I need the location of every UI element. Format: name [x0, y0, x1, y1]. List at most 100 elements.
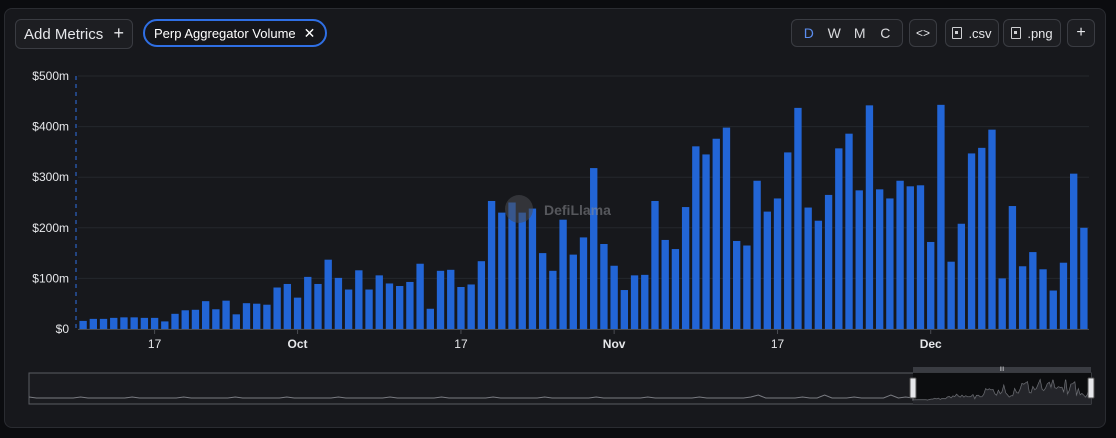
bar[interactable]	[253, 303, 261, 329]
bar[interactable]	[436, 270, 445, 329]
bar[interactable]	[927, 241, 935, 329]
bar[interactable]	[549, 270, 557, 329]
bar[interactable]	[375, 275, 383, 329]
bar[interactable]	[620, 290, 629, 329]
bar[interactable]	[875, 189, 884, 329]
bar[interactable]	[344, 289, 353, 329]
bar[interactable]	[661, 239, 669, 329]
bar[interactable]	[181, 310, 189, 329]
bar[interactable]	[212, 309, 220, 329]
bar[interactable]	[304, 276, 312, 329]
bar[interactable]	[957, 223, 966, 329]
bar[interactable]	[916, 185, 925, 329]
bar[interactable]	[947, 261, 955, 329]
bar[interactable]	[1029, 252, 1037, 329]
bar[interactable]	[263, 304, 271, 329]
bar[interactable]	[477, 261, 486, 329]
bar[interactable]	[845, 133, 853, 329]
bar[interactable]	[967, 153, 976, 329]
bar[interactable]	[528, 208, 537, 329]
bar[interactable]	[130, 317, 138, 329]
bar[interactable]	[222, 300, 230, 329]
bar[interactable]	[681, 207, 690, 329]
bar[interactable]	[763, 211, 771, 329]
bar[interactable]	[978, 147, 986, 329]
bar[interactable]	[79, 320, 87, 329]
bar[interactable]	[988, 129, 996, 329]
bar[interactable]	[865, 105, 874, 329]
bar[interactable]	[283, 283, 292, 329]
bar[interactable]	[314, 283, 322, 329]
bar[interactable]	[712, 138, 720, 329]
bar[interactable]	[651, 200, 659, 329]
bar[interactable]	[324, 259, 332, 329]
bar[interactable]	[120, 317, 128, 329]
bar[interactable]	[498, 212, 506, 329]
bar[interactable]	[416, 263, 424, 329]
bar[interactable]	[600, 243, 608, 329]
bar[interactable]	[692, 146, 700, 329]
bar[interactable]	[1080, 227, 1088, 329]
grip-icon[interactable]: III	[999, 367, 1004, 373]
bar[interactable]	[457, 287, 465, 329]
bar[interactable]	[538, 253, 547, 329]
bar[interactable]	[150, 317, 159, 329]
navigator-handle[interactable]	[909, 377, 917, 399]
bar[interactable]	[99, 318, 108, 329]
bar[interactable]	[334, 277, 343, 329]
bar[interactable]	[855, 190, 863, 329]
bar[interactable]	[140, 317, 149, 329]
bar[interactable]	[630, 275, 639, 329]
bar[interactable]	[293, 297, 302, 329]
bar[interactable]	[1049, 290, 1057, 329]
bar[interactable]	[426, 308, 434, 329]
bar[interactable]	[559, 219, 567, 329]
bar[interactable]	[467, 284, 475, 329]
bar[interactable]	[201, 301, 210, 329]
bar[interactable]	[641, 274, 649, 329]
bar[interactable]	[906, 186, 914, 329]
bar[interactable]	[406, 281, 414, 329]
bar[interactable]	[743, 245, 751, 329]
bar[interactable]	[569, 254, 577, 329]
bar[interactable]	[1070, 173, 1078, 329]
bar[interactable]	[804, 207, 812, 329]
bar[interactable]	[590, 168, 598, 329]
bar[interactable]	[1008, 206, 1017, 329]
bar[interactable]	[814, 220, 823, 329]
bar[interactable]	[794, 107, 802, 329]
bar[interactable]	[824, 194, 833, 329]
navigator-handle[interactable]	[1087, 377, 1095, 399]
bar[interactable]	[518, 212, 526, 329]
bar[interactable]	[110, 317, 118, 329]
bar[interactable]	[1039, 269, 1047, 329]
bar[interactable]	[242, 303, 251, 329]
bar[interactable]	[191, 309, 200, 329]
bar[interactable]	[610, 265, 618, 329]
bar[interactable]	[89, 318, 97, 329]
bar[interactable]	[1018, 266, 1027, 329]
bar[interactable]	[784, 152, 792, 329]
bar[interactable]	[365, 289, 373, 329]
bar[interactable]	[835, 148, 843, 329]
bar[interactable]	[161, 321, 169, 329]
bar[interactable]	[702, 154, 710, 329]
bar[interactable]	[998, 278, 1006, 329]
bar[interactable]	[396, 285, 404, 329]
bar[interactable]	[232, 314, 240, 329]
bar[interactable]	[773, 198, 782, 329]
bar[interactable]	[447, 269, 455, 329]
bar[interactable]	[171, 313, 179, 329]
bar[interactable]	[487, 200, 496, 329]
bar[interactable]	[579, 237, 588, 329]
bar[interactable]	[385, 283, 394, 329]
bar[interactable]	[1059, 262, 1068, 329]
bar[interactable]	[671, 249, 680, 329]
bar[interactable]	[937, 104, 945, 329]
bar[interactable]	[355, 270, 363, 329]
bar[interactable]	[273, 287, 281, 329]
bar[interactable]	[733, 240, 741, 329]
bar[interactable]	[722, 127, 731, 329]
bar[interactable]	[896, 180, 904, 329]
bar[interactable]	[886, 198, 894, 329]
